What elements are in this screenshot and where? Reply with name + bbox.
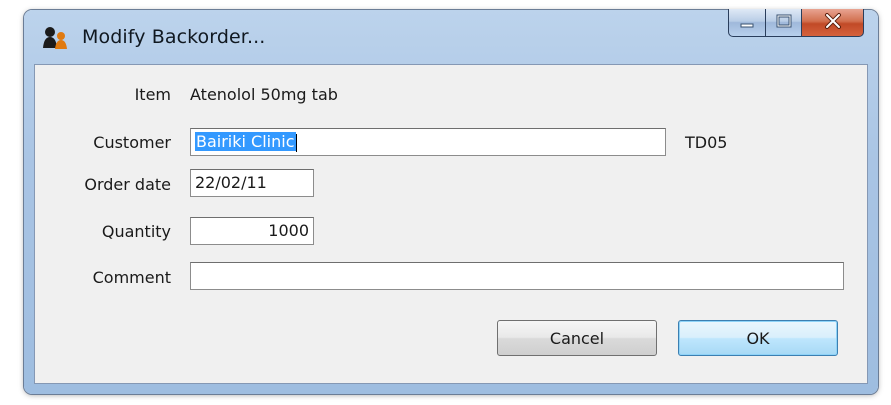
dialog-body: Item Atenolol 50mg tab Customer Bairiki … <box>34 64 868 384</box>
customer-value: Bairiki Clinic <box>195 132 296 151</box>
maximize-icon <box>776 13 792 32</box>
quantity-field[interactable]: 1000 <box>190 217 314 245</box>
caption-buttons <box>728 9 864 39</box>
cancel-button[interactable]: Cancel <box>497 320 657 356</box>
item-label: Item <box>134 85 171 104</box>
minimize-button[interactable] <box>728 9 766 37</box>
customer-label: Customer <box>93 133 171 152</box>
comment-label: Comment <box>92 268 171 287</box>
minimize-icon <box>739 13 755 32</box>
close-button[interactable] <box>802 9 864 37</box>
people-icon <box>42 26 68 50</box>
quantity-label: Quantity <box>101 222 171 241</box>
customer-field[interactable]: Bairiki Clinic <box>190 128 666 156</box>
customer-code: TD05 <box>685 133 728 152</box>
window-title: Modify Backorder... <box>82 26 266 48</box>
order-date-field[interactable]: 22/02/11 <box>190 169 314 197</box>
comment-field[interactable] <box>190 262 844 290</box>
item-value: Atenolol 50mg tab <box>190 85 338 104</box>
order-date-label: Order date <box>84 175 171 194</box>
maximize-button[interactable] <box>766 9 802 37</box>
text-caret <box>295 133 297 152</box>
ok-button[interactable]: OK <box>678 320 838 356</box>
close-icon <box>824 12 842 33</box>
dialog-window: Modify Backorder... Item Atenolol 50mg t… <box>24 9 878 394</box>
screen: Modify Backorder... Item Atenolol 50mg t… <box>0 0 891 405</box>
title-bar[interactable]: Modify Backorder... <box>24 9 878 64</box>
